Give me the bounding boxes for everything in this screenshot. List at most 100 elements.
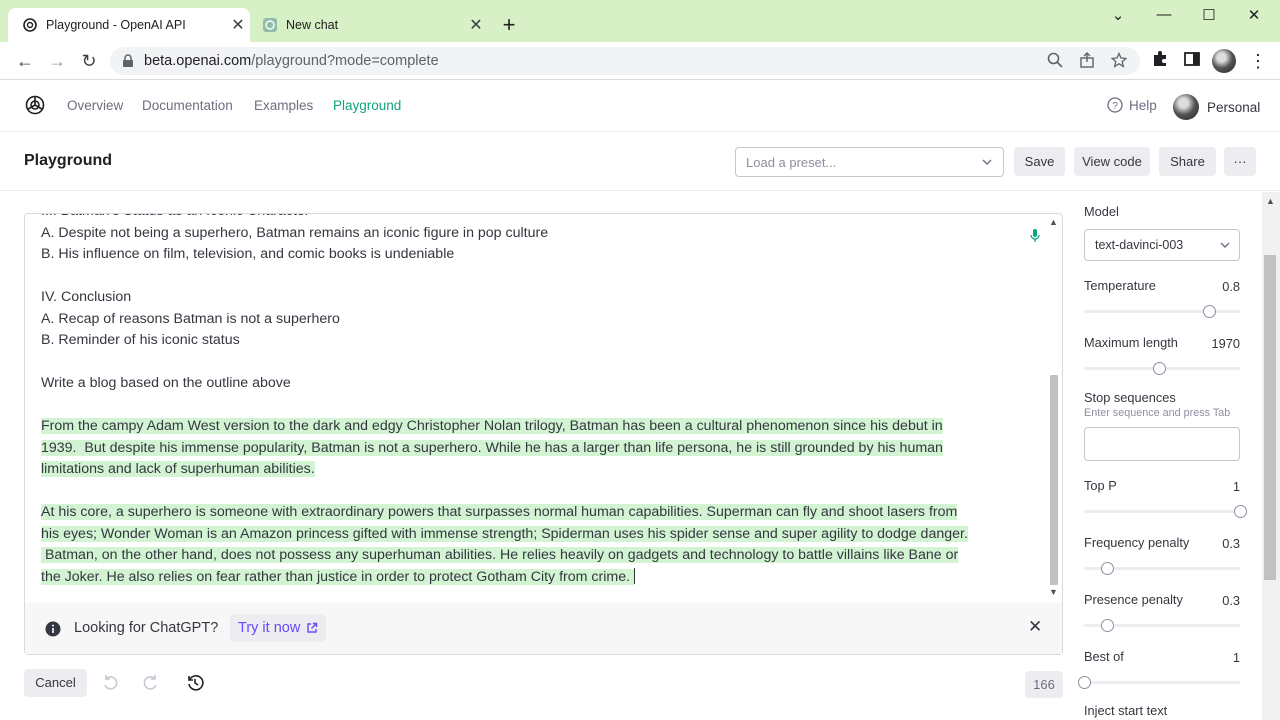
prompt-text-line: IV. Conclusion xyxy=(41,289,132,305)
app-navbar: Overview Documentation Examples Playgrou… xyxy=(0,80,1280,132)
prompt-text-line xyxy=(41,395,1021,417)
back-arrow-icon[interactable]: ← xyxy=(14,50,36,72)
save-button[interactable]: Save xyxy=(1014,147,1065,176)
reload-icon[interactable]: ↻ xyxy=(78,50,100,72)
generated-text-line: his eyes; Wonder Woman is an Amazon prin… xyxy=(41,525,968,542)
frequency-penalty-slider[interactable] xyxy=(1084,562,1240,575)
slider-handle[interactable] xyxy=(1101,562,1115,575)
forward-arrow-icon[interactable]: → xyxy=(46,50,68,72)
cancel-button[interactable]: Cancel xyxy=(24,669,87,697)
chatgpt-favicon-icon xyxy=(262,17,278,33)
undo-icon[interactable] xyxy=(101,674,119,692)
nav-documentation[interactable]: Documentation xyxy=(142,98,233,113)
external-link-icon xyxy=(307,622,318,633)
browser-menu-icon[interactable]: ⋮ xyxy=(1247,50,1269,72)
temperature-value[interactable]: 0.8 xyxy=(1222,279,1240,294)
scroll-down-icon[interactable]: ▼ xyxy=(1049,587,1058,597)
tab-title: New chat xyxy=(286,18,339,32)
generated-text-line: At his core, a superhero is someone with… xyxy=(41,504,958,520)
prompt-text-line: B. Reminder of his iconic status xyxy=(41,332,240,348)
avatar xyxy=(1173,94,1199,120)
view-code-button[interactable]: View code xyxy=(1074,147,1150,176)
minimize-icon[interactable]: — xyxy=(1149,6,1179,26)
nav-playground[interactable]: Playground xyxy=(333,98,401,113)
stop-sequences-input[interactable] xyxy=(1084,427,1240,461)
scrollbar-thumb[interactable] xyxy=(1264,255,1276,580)
close-window-icon[interactable]: ✕ xyxy=(1239,6,1269,26)
token-count: 166 xyxy=(1025,671,1063,698)
max-length-value[interactable]: 1970 xyxy=(1212,336,1240,351)
nav-examples[interactable]: Examples xyxy=(254,98,313,113)
banner-message: Looking for ChatGPT? xyxy=(74,620,219,636)
editor-text[interactable]: III. Batman's Status as an Iconic Charac… xyxy=(41,214,1021,588)
generated-text-line: limitations and lack of superhuman abili… xyxy=(41,461,315,477)
model-value: text-davinci-003 xyxy=(1095,238,1184,252)
model-select[interactable]: text-davinci-003 xyxy=(1084,229,1240,261)
prompt-text-line: III. Batman's Status as an Iconic Charac… xyxy=(41,214,1021,223)
close-tab-icon[interactable]: ✕ xyxy=(226,15,250,35)
scroll-up-icon[interactable]: ▲ xyxy=(1049,217,1058,227)
microphone-icon[interactable] xyxy=(1029,228,1041,249)
browser-tabbar: Playground - OpenAI API ✕ New chat ✕ + ⌄… xyxy=(0,0,1280,42)
url-path: /playground?mode=complete xyxy=(251,53,439,69)
slider-handle[interactable] xyxy=(1078,676,1091,689)
preset-select[interactable]: Load a preset... xyxy=(735,147,1004,177)
help-link[interactable]: ? Help xyxy=(1107,97,1157,113)
best-of-slider[interactable] xyxy=(1078,676,1240,689)
maximize-icon[interactable]: ☐ xyxy=(1194,6,1224,26)
scroll-up-icon[interactable]: ▲ xyxy=(1266,196,1275,206)
presence-penalty-value[interactable]: 0.3 xyxy=(1222,593,1240,608)
browser-toolbar: ← → ↻ beta.openai.com/playground?mode=co… xyxy=(0,42,1280,80)
address-bar[interactable]: beta.openai.com/playground?mode=complete xyxy=(110,47,1140,75)
tab-search-chevron-icon[interactable]: ⌄ xyxy=(1103,6,1133,26)
generated-text-line xyxy=(41,481,1021,503)
close-tab-icon[interactable]: ✕ xyxy=(464,15,488,35)
profile-avatar[interactable] xyxy=(1212,49,1236,73)
temperature-slider[interactable] xyxy=(1084,305,1240,318)
temperature-label: Temperature xyxy=(1084,278,1156,293)
nav-overview[interactable]: Overview xyxy=(67,98,123,113)
account-menu[interactable]: Personal xyxy=(1173,94,1260,120)
slider-handle[interactable] xyxy=(1202,305,1216,318)
page-title: Playground xyxy=(24,152,113,169)
close-banner-icon[interactable]: ✕ xyxy=(1028,617,1042,637)
slider-handle[interactable] xyxy=(1101,619,1115,632)
try-it-now-label: Try it now xyxy=(238,620,301,636)
top-p-value[interactable]: 1 xyxy=(1233,479,1240,494)
sidebar-scrollbar[interactable]: ▲ xyxy=(1262,192,1280,720)
scrollbar-thumb[interactable] xyxy=(1050,375,1058,585)
top-p-slider[interactable] xyxy=(1084,505,1247,518)
model-label: Model xyxy=(1084,204,1119,219)
top-p-label: Top P xyxy=(1084,478,1117,493)
try-it-now-link[interactable]: Try it now xyxy=(230,614,327,642)
openai-logo-icon[interactable] xyxy=(24,94,46,121)
prompt-text-line: A. Recap of reasons Batman is not a supe… xyxy=(41,310,340,327)
side-panel-icon[interactable] xyxy=(1183,50,1205,72)
tab-new-chat[interactable]: New chat ✕ xyxy=(254,8,488,42)
tab-playground[interactable]: Playground - OpenAI API ✕ xyxy=(8,8,250,42)
chevron-down-icon xyxy=(1219,239,1231,254)
redo-icon[interactable] xyxy=(142,674,160,692)
share-icon[interactable] xyxy=(1079,52,1097,70)
stop-sequences-hint: Enter sequence and press Tab xyxy=(1084,407,1231,419)
max-length-slider[interactable] xyxy=(1084,362,1240,375)
openai-favicon-icon xyxy=(22,17,38,33)
frequency-penalty-value[interactable]: 0.3 xyxy=(1222,536,1240,551)
history-icon[interactable] xyxy=(186,674,204,697)
prompt-editor[interactable]: III. Batman's Status as an Iconic Charac… xyxy=(24,213,1063,655)
more-options-button[interactable]: ··· xyxy=(1224,147,1256,176)
slider-handle[interactable] xyxy=(1152,362,1166,375)
extensions-puzzle-icon[interactable] xyxy=(1151,50,1173,72)
generated-text-line: the Joker. He also relies on fear rather… xyxy=(41,567,635,585)
best-of-label: Best of xyxy=(1084,649,1124,664)
help-label: Help xyxy=(1129,97,1157,113)
zoom-search-icon[interactable] xyxy=(1047,52,1065,70)
new-tab-plus-icon[interactable]: + xyxy=(496,12,522,38)
slider-handle[interactable] xyxy=(1234,505,1247,518)
presence-penalty-slider[interactable] xyxy=(1084,619,1240,632)
bookmark-star-icon[interactable] xyxy=(1110,51,1129,70)
presence-penalty-label: Presence penalty xyxy=(1084,592,1183,607)
share-button[interactable]: Share xyxy=(1159,147,1216,176)
best-of-value[interactable]: 1 xyxy=(1233,650,1240,665)
editor-scrollbar[interactable]: ▲ ▼ xyxy=(1046,215,1062,601)
